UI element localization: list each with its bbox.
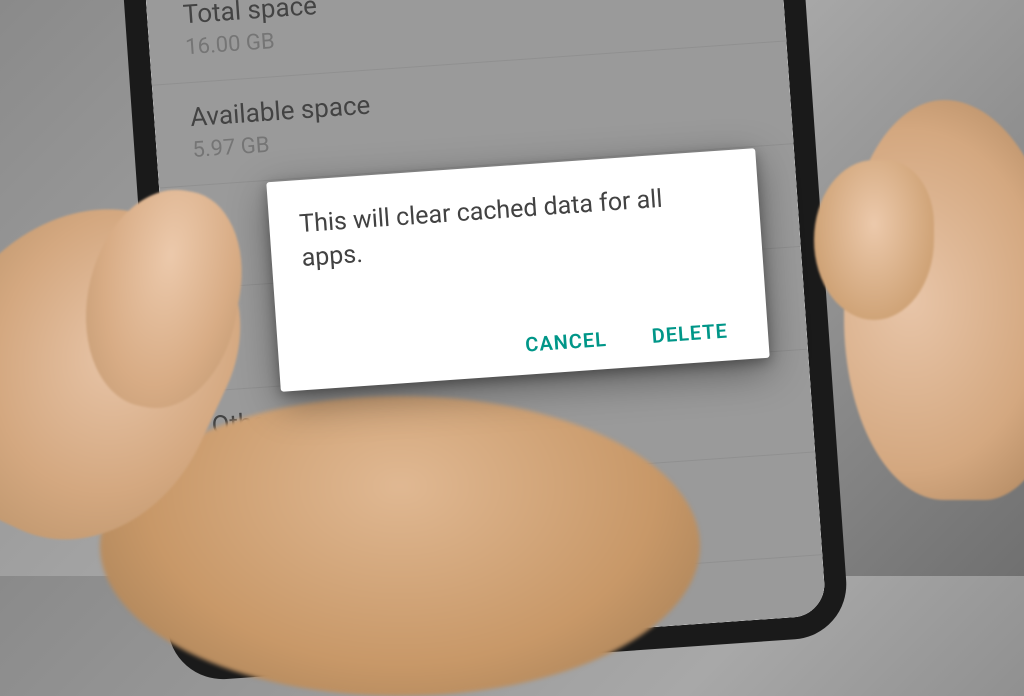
clear-cache-dialog: This will clear cached data for all apps… bbox=[266, 148, 769, 392]
cancel-button[interactable]: CANCEL bbox=[524, 327, 607, 357]
fingers-right bbox=[844, 100, 1024, 500]
delete-button[interactable]: DELETE bbox=[651, 319, 729, 348]
